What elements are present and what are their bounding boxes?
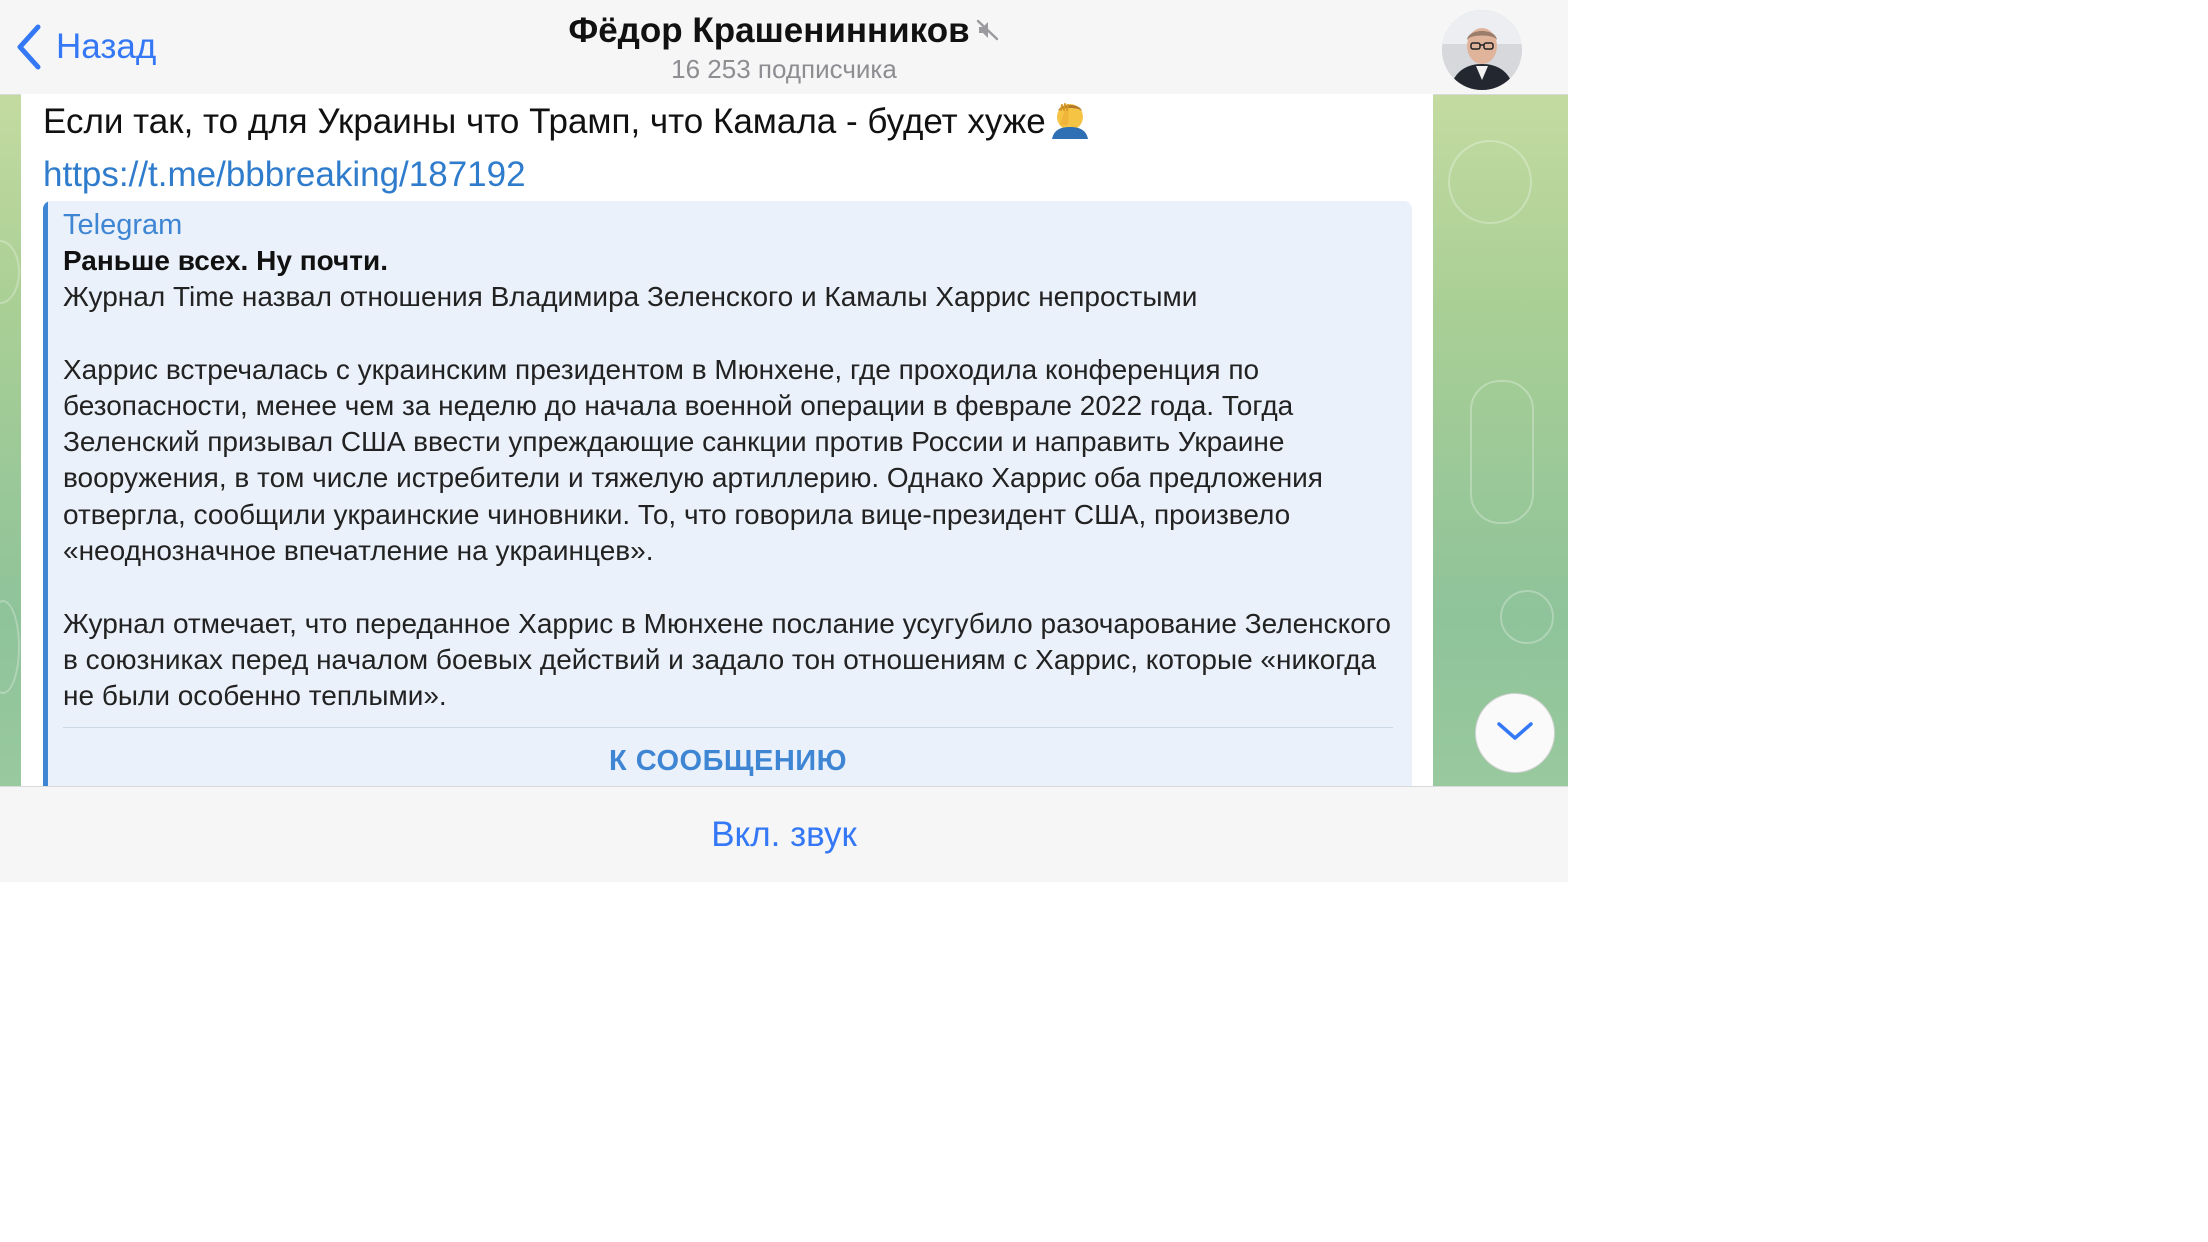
- preview-title: Раньше всех. Ну почти.: [63, 245, 388, 276]
- preview-paragraph: Журнал отмечает, что переданное Харрис в…: [63, 607, 1391, 712]
- wallpaper-doodle: [1448, 140, 1532, 224]
- link-preview-card[interactable]: Telegram Раньше всех. Ну почти. Журнал T…: [43, 201, 1412, 786]
- preview-site-name: Telegram: [63, 209, 183, 241]
- facepalm-emoji: [1048, 101, 1094, 151]
- subscriber-count: 16 253 подписчика: [671, 54, 897, 84]
- wallpaper-doodle: [0, 600, 20, 694]
- bottom-bar: Вкл. звук: [0, 786, 1568, 882]
- wallpaper-doodle: [1500, 590, 1554, 644]
- muted-speaker-icon: [976, 10, 1000, 52]
- back-button[interactable]: Назад: [14, 22, 156, 72]
- preview-paragraph: Харрис встречалась с украинским президен…: [63, 353, 1323, 567]
- chevron-down-icon: [1495, 719, 1535, 748]
- wallpaper-doodle: [1470, 380, 1534, 524]
- message-bubble: Если так, то для Украины что Трамп, что …: [21, 94, 1433, 786]
- message-text: Если так, то для Украины что Трамп, что …: [43, 98, 1403, 198]
- preview-paragraph: Журнал Time назвал отношения Владимира З…: [63, 281, 1198, 312]
- wallpaper-doodle: [0, 240, 20, 304]
- scroll-down-button[interactable]: [1475, 693, 1555, 773]
- channel-title: Фёдор Крашенинников: [568, 10, 999, 52]
- chat-header: Назад Фёдор Крашенинников 16 253 подписч…: [0, 0, 1568, 95]
- avatar[interactable]: [1442, 10, 1522, 90]
- chevron-left-icon: [14, 23, 44, 71]
- preview-accent-bar: [43, 201, 48, 786]
- message-body: Если так, то для Украины что Трамп, что …: [43, 102, 1046, 141]
- chat-screen: Назад Фёдор Крашенинников 16 253 подписч…: [0, 0, 1568, 882]
- preview-body: Журнал Time назвал отношения Владимира З…: [63, 279, 1408, 715]
- message-link[interactable]: https://t.me/bbbreaking/187192: [43, 155, 526, 194]
- channel-name: Фёдор Крашенинников: [568, 11, 970, 50]
- back-label: Назад: [56, 27, 157, 66]
- channel-title-block[interactable]: Фёдор Крашенинников 16 253 подписчика: [400, 10, 1168, 86]
- unmute-button[interactable]: Вкл. звук: [0, 815, 1568, 855]
- preview-divider: [63, 727, 1393, 728]
- go-to-message-button[interactable]: К СООБЩЕНИЮ: [63, 745, 1393, 778]
